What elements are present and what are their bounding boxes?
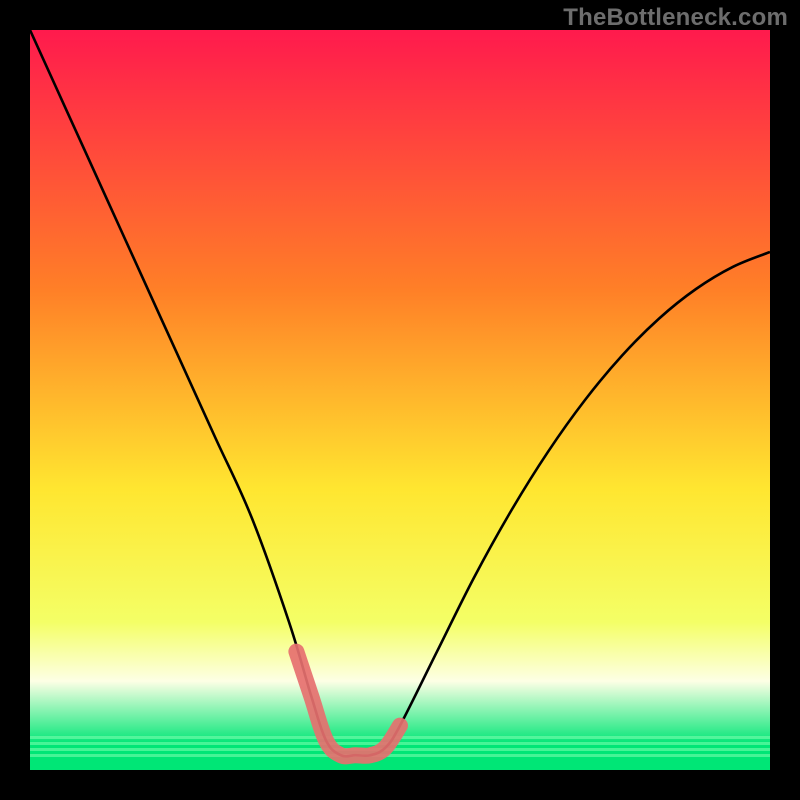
chart-svg [30,30,770,770]
gradient-background [30,30,770,770]
watermark-text: TheBottleneck.com [563,4,788,32]
plot-area [30,30,770,770]
chart-frame: { "watermark": "TheBottleneck.com", "col… [0,0,800,800]
